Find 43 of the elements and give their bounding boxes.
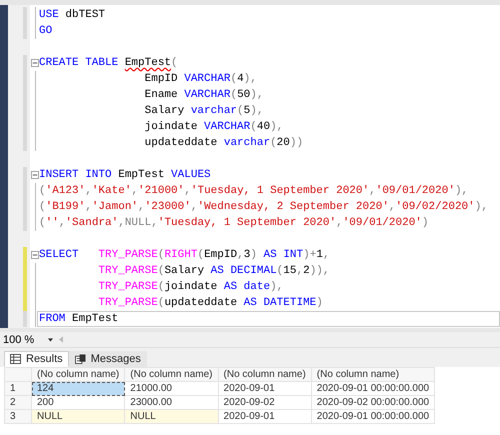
code-line: ('A123','Kate','21000','Tuesday, 1 September 2020','09/01/2020'),	[38, 184, 468, 198]
code-line: Salary varchar(5),	[144, 104, 264, 118]
collapse-icon[interactable]	[31, 171, 39, 179]
column-header[interactable]: (No column name)	[32, 368, 125, 382]
grid-icon	[10, 354, 21, 364]
row-number: 1	[4, 382, 32, 396]
row-number: 2	[4, 396, 32, 410]
code-line: CREATE TABLE EmpTest(	[38, 56, 178, 70]
code-line: SELECT TRY_PARSE(RIGHT(EmpID,3) AS INT)+1,	[38, 248, 330, 262]
table-cell: 2020-09-02 00:00:00.000	[311, 396, 435, 410]
table-cell: NULL	[32, 410, 125, 424]
code-line: USE dbTEST	[38, 8, 106, 22]
code-line: GO	[38, 24, 52, 38]
code-line: EmpID VARCHAR(4),	[144, 72, 257, 86]
code-line: ('B199','Jamon','23000','Wednesday, 2 September 2020','09/02/2020'),	[38, 200, 488, 214]
zoom-dropdown[interactable]: 100 %	[0, 332, 60, 346]
column-header[interactable]: (No column name)	[124, 368, 218, 382]
collapse-icon[interactable]	[31, 251, 39, 259]
results-tab[interactable]: Messages	[68, 351, 147, 367]
column-header[interactable]: (No column name)	[311, 368, 435, 382]
code-line: FROM EmpTest	[38, 312, 499, 326]
table-cell: 2020-09-01	[218, 410, 312, 424]
table-cell: 2020-09-01	[218, 382, 312, 396]
code-line: ('','Sandra',NULL,'Tuesday, 1 September 2020','09/01/2020')	[38, 216, 429, 230]
table-cell: 21000.00	[124, 382, 218, 396]
table-cell: 2020-09-02	[218, 396, 312, 410]
table-cell: 2020-09-01 00:00:00.000	[311, 382, 435, 396]
code-line: TRY_PARSE(Salary AS DECIMAL(15,2)),	[97, 264, 330, 278]
document-icon	[74, 354, 86, 364]
table-cell: NULL	[124, 410, 218, 424]
collapse-icon[interactable]	[31, 59, 39, 67]
code-line: INSERT INTO EmpTest VALUES	[38, 168, 211, 182]
row-number: 3	[4, 410, 32, 424]
table-cell: 124	[32, 382, 125, 396]
code-line: joindate VARCHAR(40),	[144, 120, 284, 134]
code-line: Ename VARCHAR(50),	[144, 88, 264, 102]
caret-icon	[48, 338, 54, 342]
code-line: updateddate varchar(20))	[144, 136, 304, 150]
column-header[interactable]: (No column name)	[218, 368, 312, 382]
code-line: TRY_PARSE(updateddate AS DATETIME)	[97, 296, 323, 310]
table-cell: 2020-09-01 00:00:00.000	[311, 410, 435, 424]
results-tab[interactable]: Results	[4, 351, 69, 367]
code-line: TRY_PARSE(joindate AS date),	[97, 280, 284, 294]
